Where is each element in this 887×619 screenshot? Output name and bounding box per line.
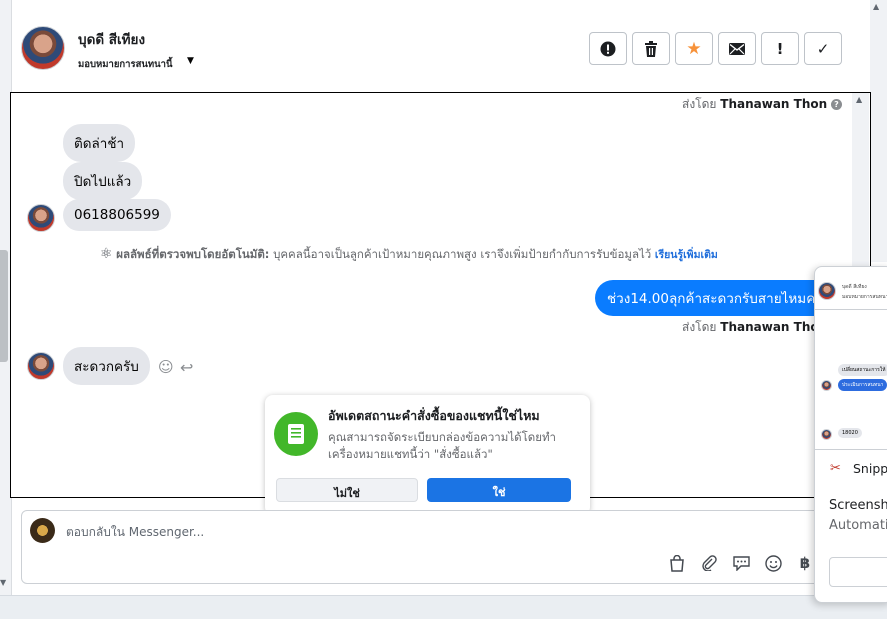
reply-input[interactable]: [66, 525, 366, 539]
reply-icon[interactable]: ↩: [180, 358, 193, 377]
sent-by-prefix: ส่งโดย: [682, 97, 717, 111]
mark-done-button[interactable]: ✓: [804, 32, 842, 65]
atom-icon: ⚛: [100, 246, 113, 262]
star-button[interactable]: ★: [675, 32, 713, 65]
exclamation-icon: !: [776, 39, 784, 58]
right-scrollbar[interactable]: [870, 0, 887, 262]
popup-mini-avatar: [821, 380, 832, 391]
outgoing-message-bubble[interactable]: ช่วง14.00ลุกค้าสะดวกรับสายไหมคะ: [595, 280, 835, 316]
assign-conversation-label[interactable]: มอบหมายการสนทนานี้: [78, 57, 173, 72]
follow-up-button[interactable]: !: [761, 32, 799, 65]
sent-by-name: Thanawan Thon: [720, 320, 828, 334]
popup-divider: [814, 449, 887, 450]
popup-avatar: [818, 282, 836, 300]
order-document-icon: [274, 412, 318, 456]
left-scrollbar-thumb[interactable]: [0, 250, 8, 362]
snipping-tool-label: Snippi: [853, 461, 887, 476]
auto-note-text: บุคคลนี้อาจเป็นลูกค้าเป้าหมายคุณภาพสูง เ…: [273, 247, 652, 261]
react-emoji-icon[interactable]: ☺: [158, 358, 174, 376]
sender-avatar: [27, 352, 55, 380]
chat-scroll-up-icon[interactable]: ▲: [856, 95, 862, 104]
delete-button[interactable]: [632, 32, 670, 65]
check-icon: ✓: [816, 39, 830, 58]
card-no-button[interactable]: ไม่ใช่: [276, 478, 418, 502]
scroll-down-arrow-icon[interactable]: ▼: [0, 578, 6, 587]
card-title: อัพเดตสถานะคำสั่งซื้อของแชทนี้ใช่ไหม: [328, 408, 540, 423]
star-icon: ★: [686, 38, 702, 59]
paperclip-icon[interactable]: [699, 553, 719, 573]
learn-more-link[interactable]: เรียนรู้เพิ่มเติม: [655, 249, 718, 261]
message-bubble[interactable]: ปิดไปแล้ว: [63, 162, 143, 200]
snipping-tool-icon: ✂: [830, 461, 841, 476]
popup-mini-avatar: [821, 429, 832, 440]
message-bubble[interactable]: 0618806599: [63, 199, 171, 231]
popup-divider: [814, 309, 887, 310]
sent-by-prefix: ส่งโดย: [682, 320, 717, 334]
contact-avatar[interactable]: [21, 26, 65, 70]
mark-unread-button[interactable]: [718, 32, 756, 65]
message-bubble[interactable]: สะดวกครับ: [63, 347, 150, 385]
contact-name[interactable]: บุดดี สีเทียง: [78, 28, 145, 50]
popup-bubble: 18020: [838, 428, 862, 438]
sent-by-line-2: ส่งโดย Thanawan Thon: [682, 318, 827, 337]
scroll-up-arrow-icon[interactable]: ▲: [873, 2, 879, 11]
sent-by-name: Thanawan Thon: [720, 97, 828, 111]
emoji-icon[interactable]: [763, 553, 783, 573]
envelope-icon: [729, 42, 745, 55]
page-avatar: [30, 518, 55, 543]
message-bubble[interactable]: ติดล่าช้า: [63, 124, 136, 162]
trash-icon: [644, 40, 658, 57]
popup-name: บุดดี สีเทียง: [842, 284, 867, 290]
card-body: คุณสามารถจัดระเบียบกล่องข้อความได้โดยทำเ…: [328, 430, 557, 461]
sender-avatar: [27, 204, 55, 232]
auto-detected-note: ⚛ ผลลัพธ์ที่ตรวจพบโดยอัตโนมัติ: บุคคลนี้…: [100, 246, 718, 264]
info-icon[interactable]: ?: [831, 99, 842, 110]
popup-bubble-highlight: ประเมินการสนทนา: [838, 379, 887, 391]
popup-action-button[interactable]: [829, 557, 887, 587]
popup-sub: มอบหมายการสนทนานี้: [842, 294, 887, 300]
report-button[interactable]: [589, 32, 627, 65]
auto-note-label: ผลลัพธ์ที่ตรวจพบโดยอัตโนมัติ:: [116, 247, 270, 261]
card-yes-button[interactable]: ใช่: [427, 478, 571, 502]
saved-reply-icon[interactable]: [731, 553, 751, 573]
baht-icon[interactable]: ฿: [795, 553, 815, 573]
window-bottom-bar: [0, 595, 887, 619]
sent-by-line: ส่งโดย Thanawan Thon ?: [682, 95, 842, 114]
popup-bubble: เปลี่ยนสถานะการให้: [838, 364, 887, 376]
exclamation-circle-icon: [600, 41, 616, 57]
shopping-bag-icon[interactable]: [667, 553, 687, 573]
notification-subtitle: Automati: [829, 518, 887, 533]
notification-title: Screensho: [829, 498, 887, 513]
caret-down-icon[interactable]: ▼: [187, 56, 194, 66]
